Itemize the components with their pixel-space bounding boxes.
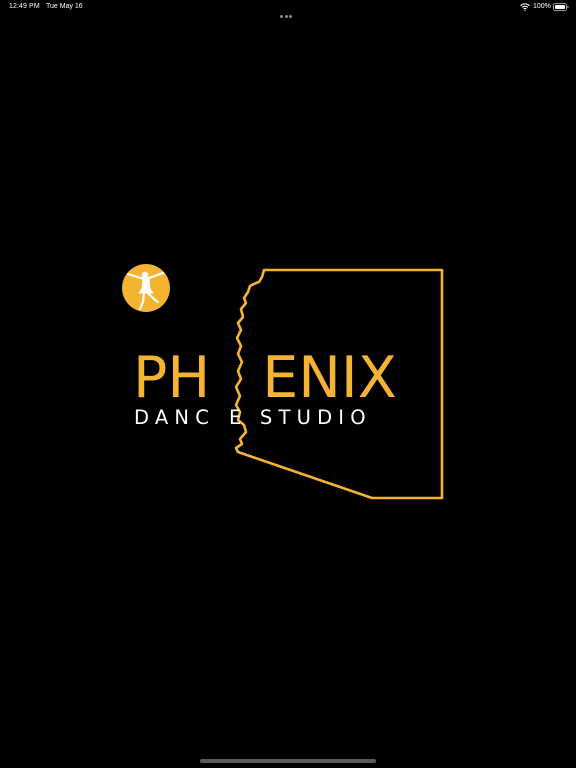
brand-name: PH ENIX [133, 350, 433, 407]
battery-icon [553, 3, 569, 11]
dancer-icon [122, 264, 170, 312]
brand-tagline-left: DANC [134, 406, 216, 429]
status-date: Tue May 16 [46, 3, 83, 10]
brand-tagline: DANC E STUDIO [134, 408, 372, 428]
brand-tagline-right: E STUDIO [229, 406, 372, 429]
brand-name-right: ENIX [262, 345, 397, 411]
status-bar: 12:49 PM Tue May 16 100% [0, 0, 576, 18]
home-indicator[interactable] [200, 759, 376, 763]
more-dots-icon[interactable] [280, 5, 296, 18]
status-time: 12:49 PM [9, 3, 40, 10]
brand-name-left: PH [133, 345, 211, 411]
phoenix-dance-studio-logo: PH ENIX DANC E STUDIO [120, 262, 456, 506]
wifi-icon [520, 3, 530, 11]
battery-percent: 100% [533, 3, 551, 10]
